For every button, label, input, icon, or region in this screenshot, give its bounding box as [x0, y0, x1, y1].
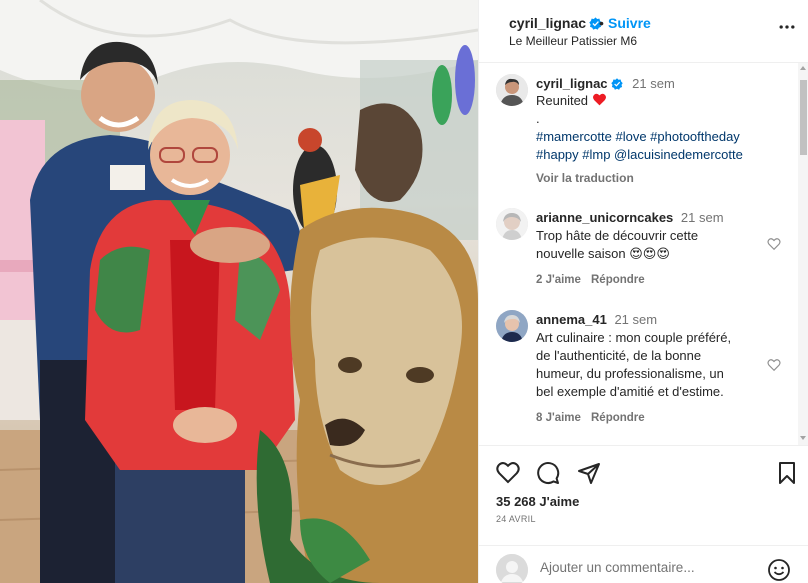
comment-text-line: bel exemple d'amitié et d'estime.	[536, 384, 724, 399]
heart-outline-icon[interactable]	[767, 237, 781, 251]
caption-avatar[interactable]	[496, 74, 528, 106]
comment-header: arianne_unicorncakes 21 sem	[536, 210, 724, 225]
comment-text-line: humeur, du professionalisme, un	[536, 366, 724, 381]
comment-time[interactable]: 21 sem	[681, 210, 724, 225]
bookmark-icon[interactable]	[775, 461, 799, 485]
avatar-image	[496, 310, 528, 342]
comment-username[interactable]: annema_41	[536, 312, 607, 327]
add-comment-input[interactable]	[540, 560, 750, 575]
comment-text-line: nouvelle saison 😍😍😍	[536, 246, 670, 261]
comment-likes[interactable]: 8 J'aime	[536, 412, 581, 424]
red-heart-icon	[592, 93, 606, 106]
comment-text-line: de l'authenticité, de la bonne	[536, 348, 702, 363]
more-horizontal-icon[interactable]	[777, 17, 797, 37]
like-count[interactable]: 35 268 J'aime	[496, 494, 579, 509]
comment-avatar[interactable]	[496, 208, 528, 240]
caption-dot: .	[536, 111, 540, 126]
caption-text: Reunited	[536, 92, 607, 110]
post-photo[interactable]	[0, 0, 478, 583]
reply-button[interactable]: Répondre	[591, 274, 645, 286]
send-icon[interactable]	[577, 461, 601, 485]
current-user-avatar	[496, 554, 528, 583]
comment-header: annema_41 21 sem	[536, 312, 657, 327]
post-header: cyril_lignac • Suivre Le Meilleur Patiss…	[479, 0, 808, 63]
post-subtitle[interactable]: Le Meilleur Patissier M6	[509, 34, 637, 48]
heart-outline-icon[interactable]	[767, 358, 781, 372]
scrollbar-thumb[interactable]	[800, 80, 807, 155]
separator-dot: •	[599, 15, 604, 31]
see-translation-link[interactable]: Voir la traduction	[536, 171, 634, 185]
post-side-panel: cyril_lignac • Suivre Le Meilleur Patiss…	[478, 0, 808, 583]
post-actions: 35 268 J'aime 24 AVRIL	[479, 445, 808, 545]
caption-time[interactable]: 21 sem	[632, 76, 675, 91]
caption-username[interactable]: cyril_lignac	[536, 76, 608, 91]
photo-illustration	[0, 0, 478, 583]
caption-hashtags-1[interactable]: #mamercotte #love #photooftheday	[536, 128, 740, 146]
comment-text-line: Trop hâte de découvrir cette	[536, 228, 699, 243]
comment-likes[interactable]: 2 J'aime	[536, 274, 581, 286]
avatar-image	[496, 208, 528, 240]
comments-scrollbar[interactable]	[798, 63, 808, 445]
post-date[interactable]: 24 AVRIL	[496, 514, 536, 524]
caption-text-main: Reunited	[536, 93, 589, 108]
caption-header: cyril_lignac 21 sem	[536, 76, 675, 91]
avatar-image	[496, 74, 528, 106]
caption-hashtags-2[interactable]: #happy #lmp @lacuisinedemercotte	[536, 146, 743, 164]
heart-icon[interactable]	[496, 461, 520, 485]
reply-button[interactable]: Répondre	[591, 412, 645, 424]
scroll-down-icon[interactable]	[800, 436, 806, 440]
author-username[interactable]: cyril_lignac	[509, 15, 602, 31]
comments-list[interactable]: cyril_lignac 21 sem Reunited . #mamercot…	[479, 63, 808, 445]
comment-icon[interactable]	[536, 461, 560, 485]
comment-text-line: Art culinaire : mon couple préféré,	[536, 330, 732, 345]
verified-badge-icon	[610, 78, 623, 90]
comment-username[interactable]: arianne_unicorncakes	[536, 210, 673, 225]
follow-button[interactable]: Suivre	[608, 15, 651, 31]
author-username-text[interactable]: cyril_lignac	[509, 15, 586, 31]
comment-time[interactable]: 21 sem	[614, 312, 657, 327]
emoji-icon[interactable]	[767, 558, 791, 582]
add-comment-bar	[479, 545, 808, 583]
scroll-up-icon[interactable]	[800, 66, 806, 70]
comment-avatar[interactable]	[496, 310, 528, 342]
default-avatar-icon	[496, 554, 528, 583]
